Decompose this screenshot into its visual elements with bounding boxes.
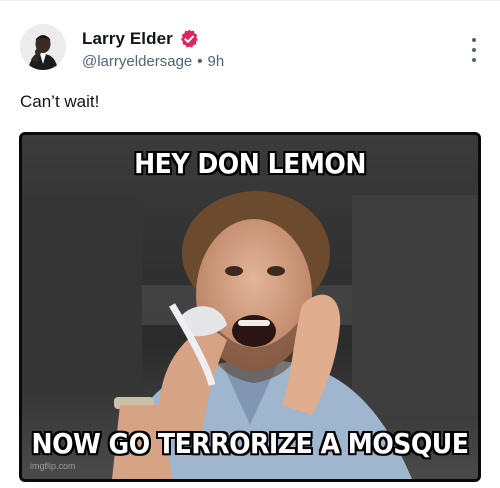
post-text: Can’t wait!: [20, 92, 100, 111]
name-row: Larry Elder: [82, 28, 224, 50]
post-timestamp[interactable]: 9h: [208, 53, 225, 70]
top-divider: [0, 0, 500, 1]
meta-separator: •: [197, 53, 203, 70]
author-name[interactable]: Larry Elder: [82, 29, 173, 49]
author-handle[interactable]: @larryeldersage: [82, 53, 192, 70]
meta-row: @larryeldersage • 9h: [82, 53, 224, 70]
more-dot: [472, 38, 476, 42]
more-options-icon[interactable]: [466, 38, 482, 62]
meme-bottom-caption: NOW GO TERRORIZE A MOSQUE: [31, 427, 469, 460]
meme-watermark: imgflip.com: [30, 461, 76, 471]
avatar-photo: [20, 24, 66, 70]
author-block: Larry Elder @larryeldersage • 9h: [82, 28, 224, 70]
more-dot: [472, 48, 476, 52]
meme-top-caption: HEY DON LEMON: [134, 147, 366, 180]
more-dot: [472, 58, 476, 62]
post-image[interactable]: HEY DON LEMON NOW GO TERRORIZE A MOSQUE …: [19, 132, 481, 482]
avatar[interactable]: [20, 24, 66, 70]
verified-badge-icon: [178, 28, 200, 50]
post-header: Larry Elder @larryeldersage • 9h: [20, 24, 480, 76]
